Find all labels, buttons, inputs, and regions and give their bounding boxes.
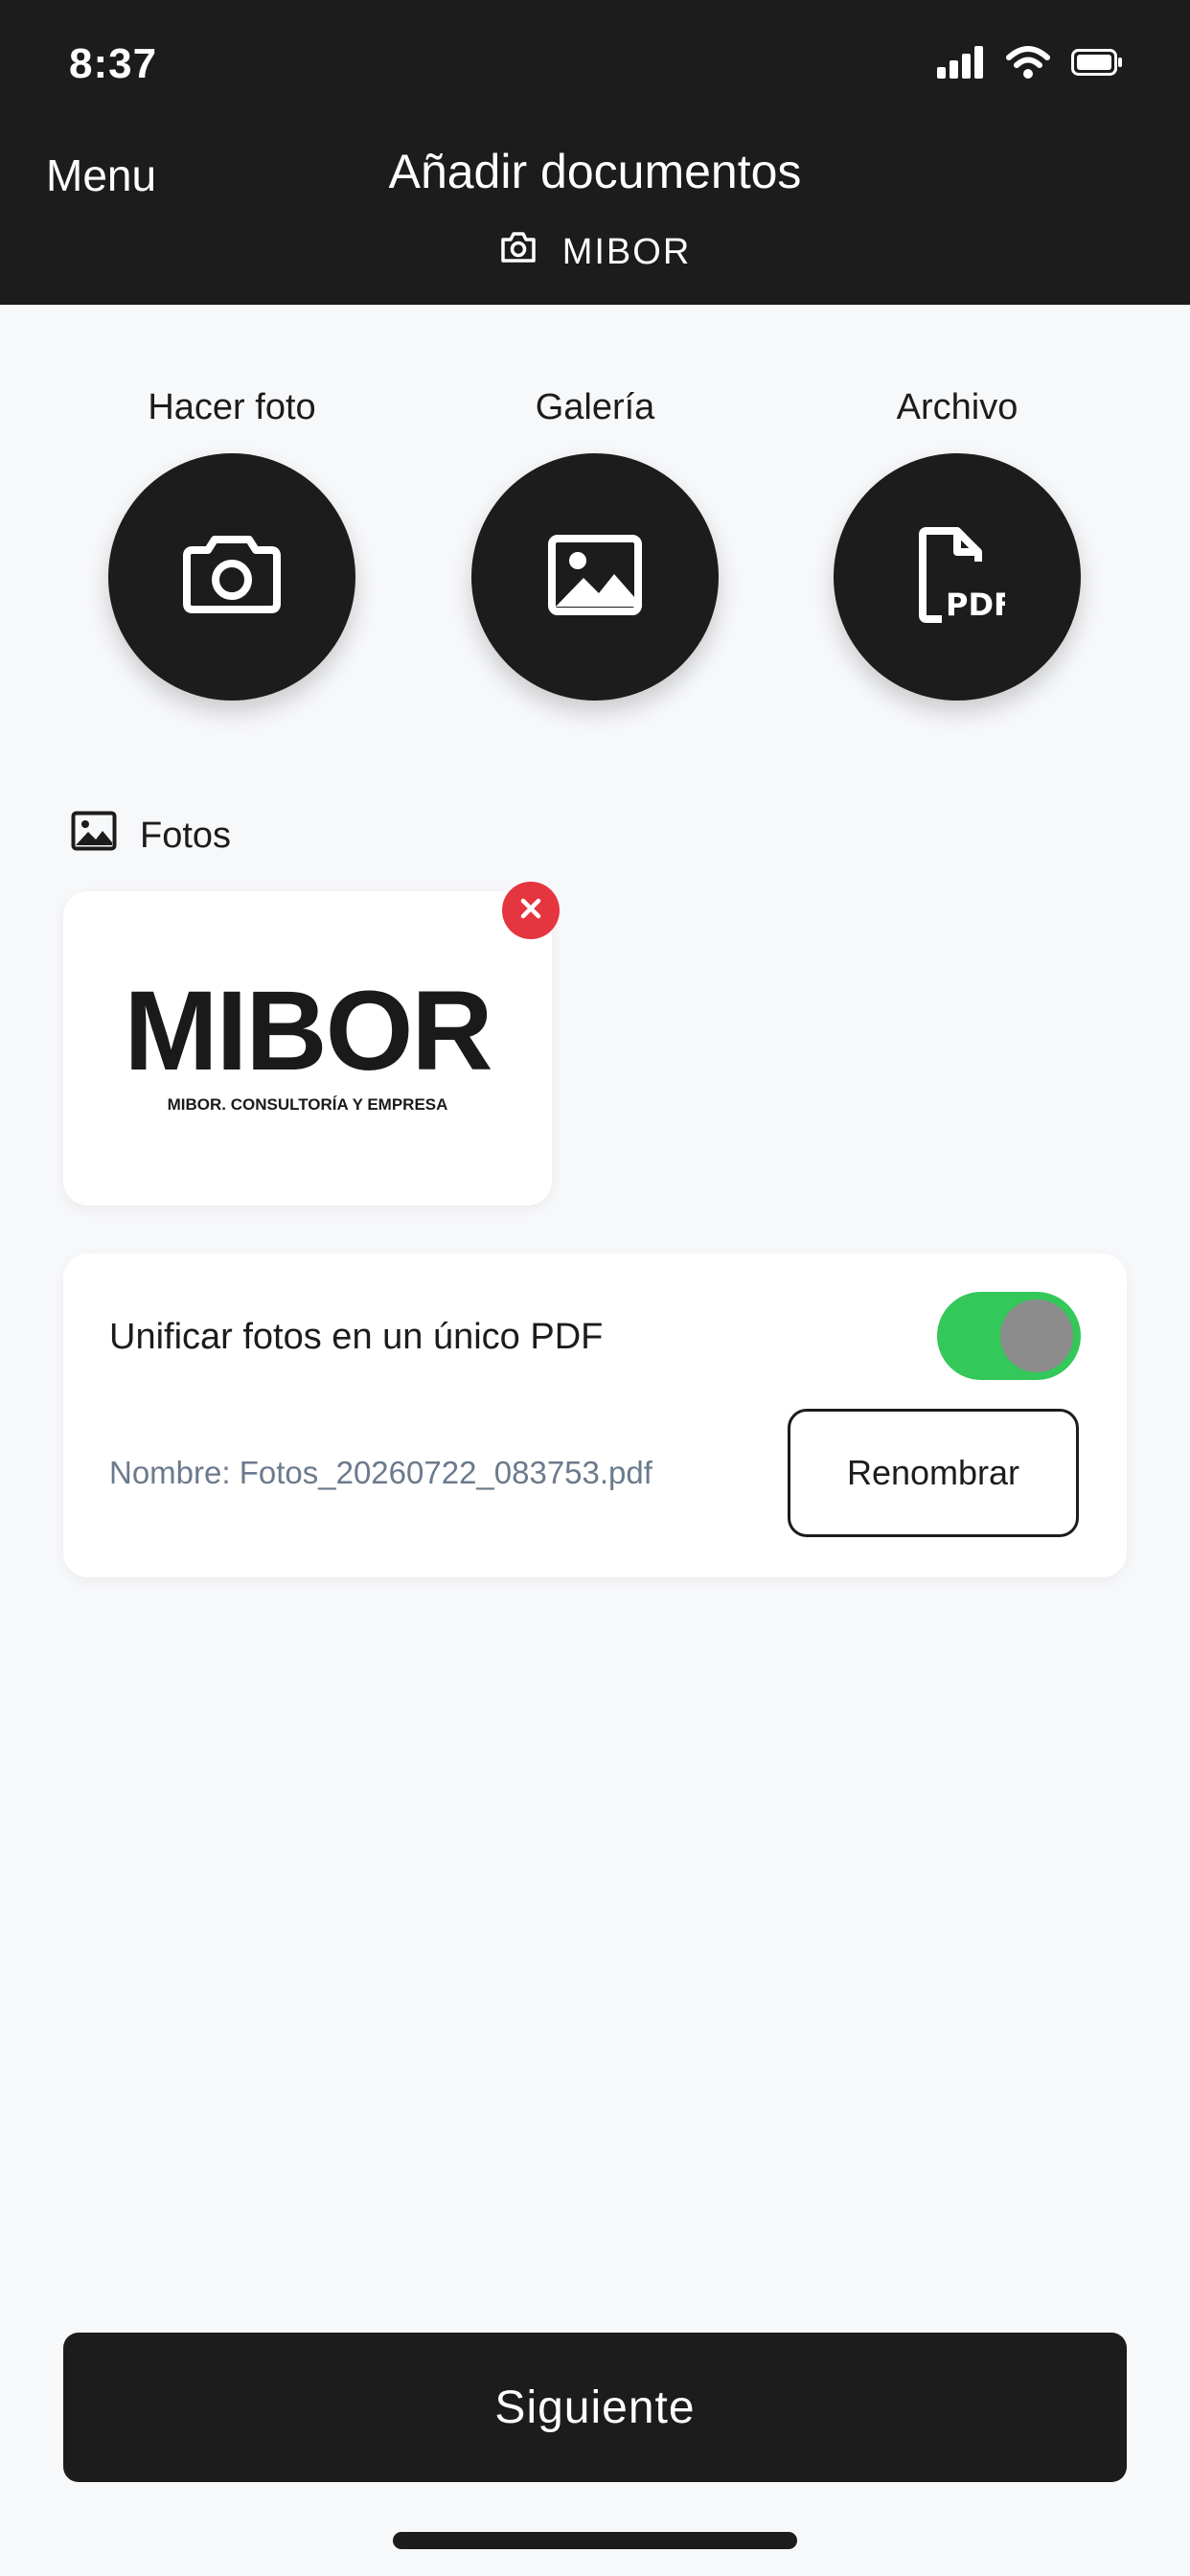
file-button[interactable]: PDF xyxy=(834,453,1081,701)
svg-text:PDF: PDF xyxy=(946,586,1005,623)
battery-icon xyxy=(1071,49,1123,80)
image-icon xyxy=(71,811,117,861)
take-photo-action[interactable]: Hacer foto xyxy=(107,387,356,701)
wifi-icon xyxy=(1006,46,1050,83)
home-indicator xyxy=(393,2532,797,2549)
merge-pdf-toggle[interactable] xyxy=(937,1292,1081,1380)
page-title: Añadir documentos xyxy=(388,145,802,198)
signal-icon xyxy=(937,46,985,83)
status-icons xyxy=(937,46,1123,83)
merge-pdf-label: Unificar fotos en un único PDF xyxy=(109,1317,604,1357)
company-name: MIBOR xyxy=(561,231,692,272)
app-header: 8:37 Menu Añadir documentos MIBOR xyxy=(0,0,1190,305)
gallery-action[interactable]: Galería xyxy=(470,387,720,701)
photo-thumbnail: MIBOR MIBOR. CONSULTORÍA Y EMPRESA xyxy=(109,949,506,1140)
status-time: 8:37 xyxy=(69,40,158,87)
remove-photo-button[interactable] xyxy=(502,882,560,939)
photos-section-title: Fotos xyxy=(140,815,232,856)
pdf-file-icon: PDF xyxy=(909,526,1015,628)
mibor-logo-subtext: MIBOR. CONSULTORÍA Y EMPRESA xyxy=(167,1095,448,1114)
photos-section-header: Fotos xyxy=(71,811,231,861)
toggle-knob xyxy=(1000,1300,1073,1372)
camera-icon xyxy=(179,535,285,620)
rename-button[interactable]: Renombrar xyxy=(788,1409,1079,1537)
file-label: Archivo xyxy=(896,387,1018,427)
file-action[interactable]: Archivo PDF xyxy=(833,387,1082,701)
photo-thumbnail-card[interactable]: MIBOR MIBOR. CONSULTORÍA Y EMPRESA xyxy=(63,891,552,1206)
company-subtitle: MIBOR xyxy=(0,230,1190,274)
take-photo-button[interactable] xyxy=(108,453,355,701)
next-button[interactable]: Siguiente xyxy=(63,2333,1127,2482)
close-icon xyxy=(520,898,541,924)
pdf-file-name: Nombre: Fotos_20260722_083753.pdf xyxy=(109,1455,652,1490)
gallery-button[interactable] xyxy=(471,453,719,701)
merge-pdf-card: Unificar fotos en un único PDF Nombre: F… xyxy=(63,1254,1127,1577)
image-icon xyxy=(547,534,643,621)
take-photo-label: Hacer foto xyxy=(148,387,316,427)
gallery-label: Galería xyxy=(535,387,655,427)
mibor-logo: MIBOR xyxy=(124,968,492,1094)
camera-icon xyxy=(499,230,538,274)
